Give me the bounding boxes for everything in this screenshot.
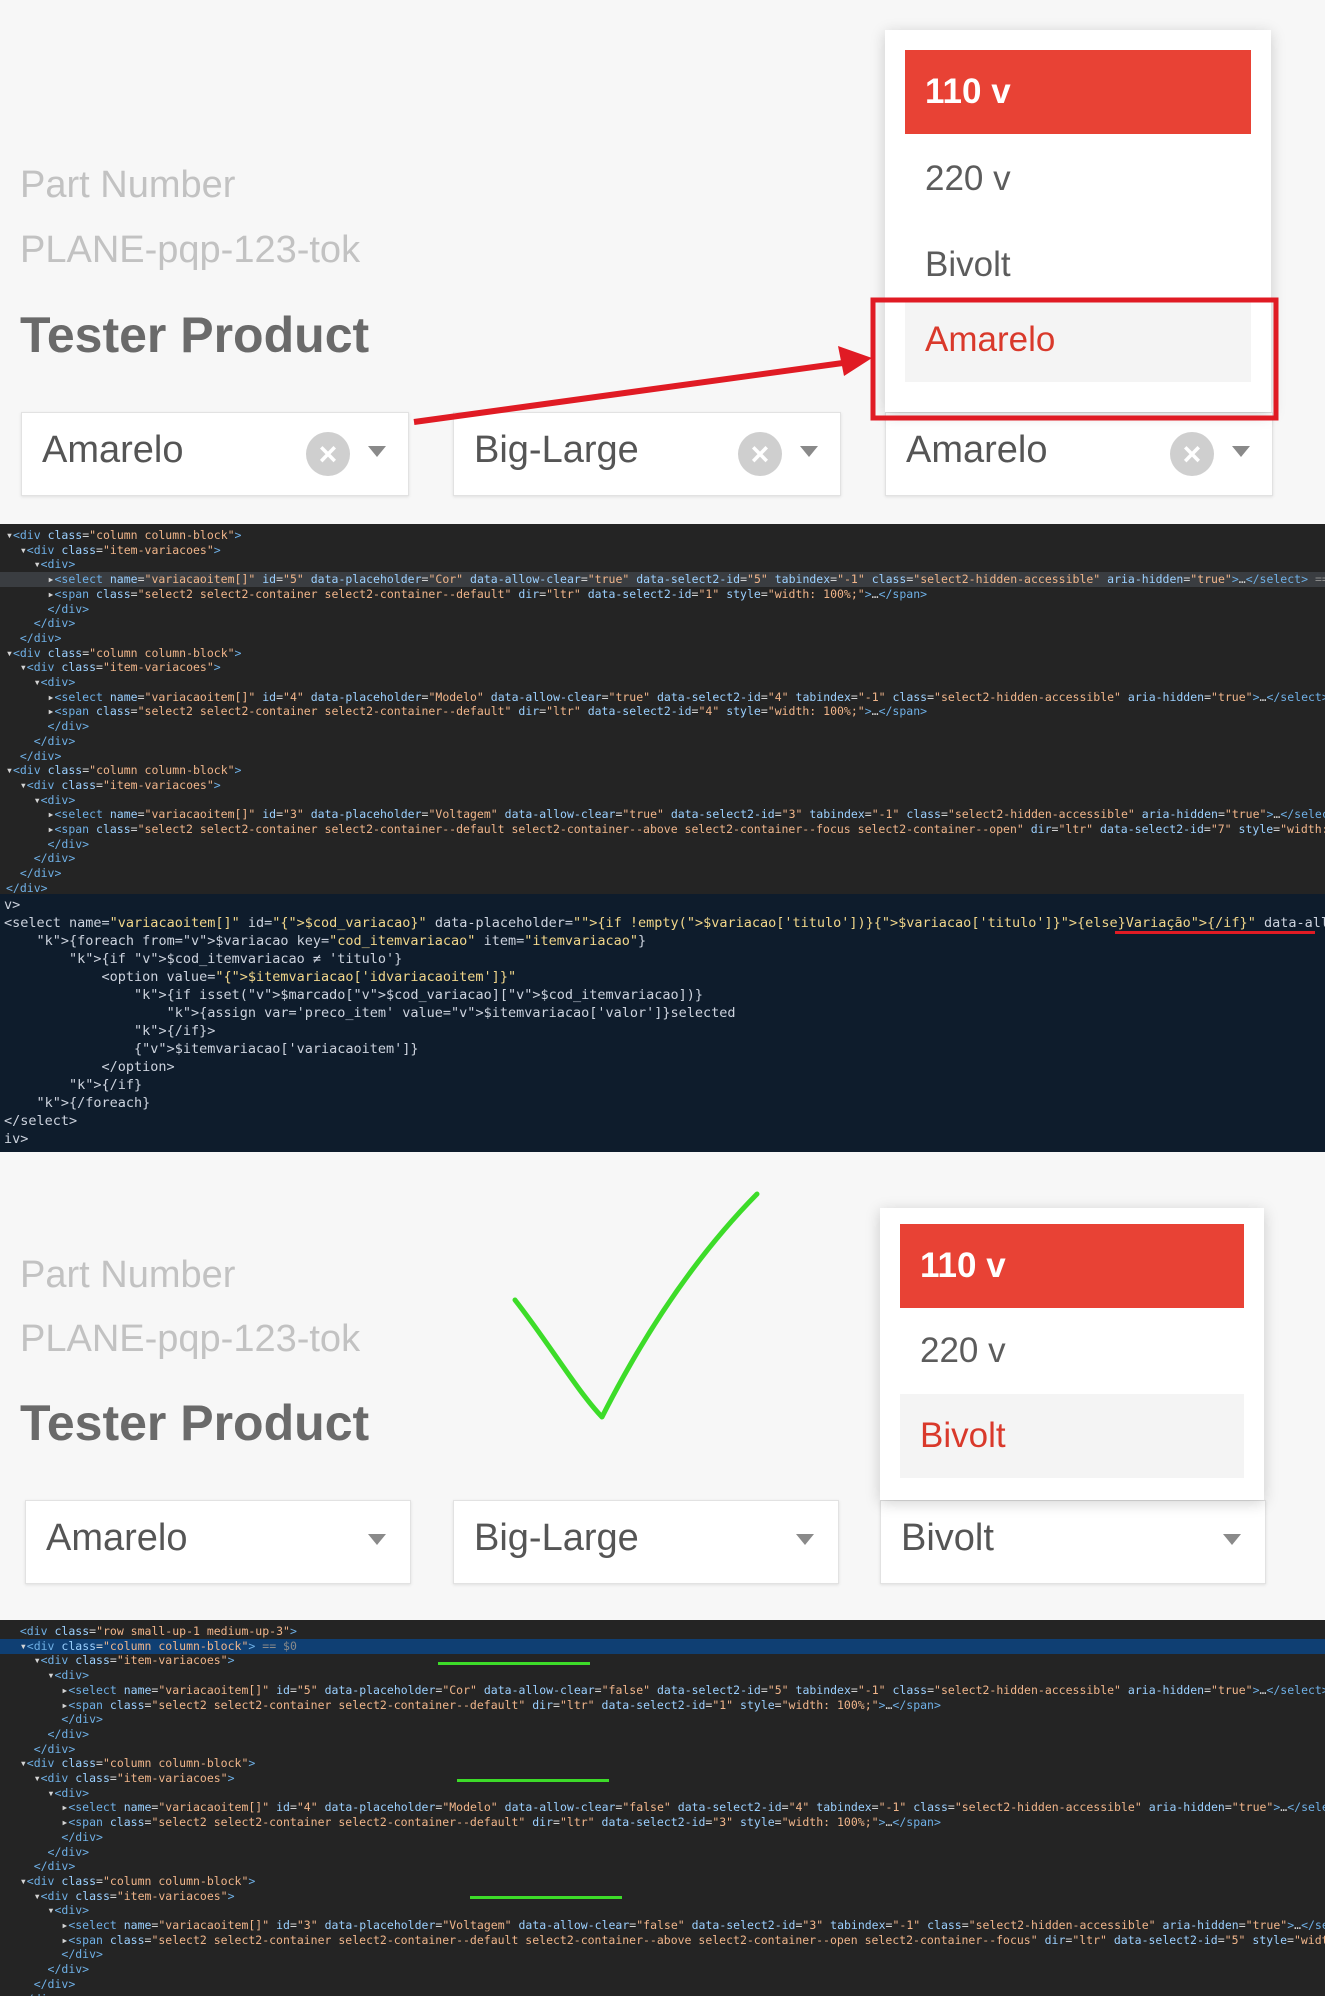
devtools-line[interactable]: ▸<span class="select2 select2-container …	[0, 822, 1325, 837]
devtools-line[interactable]: ▾<div>	[0, 675, 1325, 690]
annotation-underline	[1115, 931, 1315, 934]
devtools-line[interactable]: ▾<div class="column column-block">	[0, 528, 1325, 543]
devtools-line[interactable]: ▾<div class="item-variacoes">	[0, 660, 1325, 675]
devtools-line[interactable]: </div>	[0, 1859, 1325, 1874]
devtools-line[interactable]: ▸<select name="variacaoitem[]" id="4" da…	[0, 1800, 1325, 1815]
devtools-line[interactable]: ▾<div class="column column-block">	[0, 1756, 1325, 1771]
devtools-line[interactable]: </div>	[0, 749, 1325, 764]
code-line: "k">{/if}>	[134, 1023, 216, 1039]
devtools-line[interactable]: ▾<div class="item-variacoes">	[0, 778, 1325, 793]
devtools-line[interactable]: ▾<div class="column column-block">	[0, 1874, 1325, 1889]
devtools-line[interactable]: ▾<div class="column column-block">	[0, 646, 1325, 661]
annotation-underline	[457, 1779, 609, 1782]
devtools-line[interactable]: ▾<div class="item-variacoes">	[0, 1889, 1325, 1904]
code-line: "k">{/foreach}	[36, 1095, 151, 1111]
highlight-box	[870, 297, 1279, 421]
code-line: </select>	[4, 1113, 78, 1129]
devtools-line[interactable]: ▸<span class="select2 select2-container …	[0, 1933, 1325, 1948]
devtools-line[interactable]: </div>	[0, 837, 1325, 852]
devtools-line[interactable]: ▾<div>	[0, 557, 1325, 572]
devtools-line[interactable]: ▾<div>	[0, 1668, 1325, 1683]
devtools-line[interactable]: ▸<select name="variacaoitem[]" id="3" da…	[0, 1918, 1325, 1933]
code-line: </option>	[4, 1059, 175, 1075]
annotation-underline	[438, 1662, 590, 1665]
devtools-line[interactable]: </div>	[0, 881, 1325, 894]
devtools-after: <div class="row small-up-1 medium-up-3">…	[0, 1620, 1325, 1996]
devtools-line[interactable]: </div>	[0, 866, 1325, 881]
devtools-line[interactable]: ▾<div>	[0, 1903, 1325, 1918]
annotation-underline	[470, 1896, 622, 1899]
annotation-arrow-line	[413, 359, 851, 425]
devtools-line[interactable]: ▸<select name="variacaoitem[]" id="4" da…	[0, 690, 1325, 705]
devtools-before: ▾<div class="column column-block"> ▾<div…	[0, 524, 1325, 894]
code-line: {"v">$itemvariacao['variacaoitem']}	[4, 1041, 419, 1057]
devtools-line[interactable]: ▸<span class="select2 select2-container …	[0, 1815, 1325, 1830]
devtools-line[interactable]: </div>	[0, 1727, 1325, 1742]
after-panel: Part Number PLANE-pqp-123-tok Tester Pro…	[0, 1152, 1325, 1620]
devtools-line[interactable]: </div>	[0, 1947, 1325, 1962]
code-line: <option value="{">$itemvariacao['idvaria…	[4, 969, 517, 985]
devtools-line[interactable]: </div>	[0, 616, 1325, 631]
devtools-line[interactable]: </div>	[0, 1712, 1325, 1727]
devtools-line[interactable]: ▾<div class="item-variacoes">	[0, 543, 1325, 558]
code-line: <select name="variacaoitem[]" id="{">$co…	[4, 915, 1325, 931]
devtools-line[interactable]: ▸<span class="select2 select2-container …	[0, 1698, 1325, 1713]
devtools-line[interactable]: </div>	[0, 1977, 1325, 1992]
template-code: v> <select name="variacaoitem[]" id="{">$…	[0, 894, 1325, 1152]
devtools-line[interactable]: ▸<select name="variacaoitem[]" id="5" da…	[0, 572, 1325, 588]
devtools-line[interactable]: ▾<div class="column column-block">	[0, 763, 1325, 778]
devtools-line[interactable]: </div>	[0, 1830, 1325, 1845]
code-line: "k">{if isset("v">$marcado["v">$cod_vari…	[134, 987, 704, 1003]
devtools-line[interactable]: ▾<div>	[0, 793, 1325, 808]
before-panel: Part Number PLANE-pqp-123-tok Tester Pro…	[0, 0, 1325, 524]
devtools-line[interactable]: </div>	[0, 631, 1325, 646]
devtools-line[interactable]: ▸<span class="select2 select2-container …	[0, 587, 1325, 602]
code-line: v>	[4, 897, 21, 913]
devtools-line[interactable]: ▸<select name="variacaoitem[]" id="3" da…	[0, 807, 1325, 822]
code-line: "k">{if "v">$cod_itemvariacao ≠ 'titulo'…	[69, 951, 403, 967]
code-line: "k">{/if}	[69, 1077, 143, 1093]
devtools-line[interactable]: </div>	[0, 719, 1325, 734]
devtools-line[interactable]: </div>	[0, 1845, 1325, 1860]
devtools-line[interactable]: ▸<select name="variacaoitem[]" id="5" da…	[0, 1683, 1325, 1698]
devtools-line[interactable]: ▾<div class="item-variacoes">	[0, 1771, 1325, 1786]
devtools-line[interactable]: </div>	[0, 1962, 1325, 1977]
code-line: "k">{foreach from="v">$variacao key="cod…	[36, 933, 647, 949]
devtools-line[interactable]: ▸<span class="select2 select2-container …	[0, 704, 1325, 719]
annotation-overlay	[512, 1191, 760, 1420]
annotation-arrow-head	[838, 346, 872, 376]
devtools-line[interactable]: </div>	[0, 1992, 1325, 1996]
devtools-line[interactable]: <div class="row small-up-1 medium-up-3">	[0, 1624, 1325, 1639]
devtools-line[interactable]: ▾<div class="column column-block"> == $0	[0, 1638, 1325, 1654]
checkmark-icon	[512, 1191, 760, 1420]
code-line: "k">{assign var='preco_item' value="v">$…	[166, 1005, 736, 1021]
devtools-line[interactable]: </div>	[0, 734, 1325, 749]
devtools-line[interactable]: ▾<div class="item-variacoes">	[0, 1653, 1325, 1668]
code-line: iv>	[4, 1131, 29, 1147]
annotation-overlay	[413, 297, 1279, 425]
devtools-line[interactable]: </div>	[0, 1742, 1325, 1757]
devtools-line[interactable]: ▾<div>	[0, 1786, 1325, 1801]
devtools-line[interactable]: </div>	[0, 851, 1325, 866]
devtools-line[interactable]: </div>	[0, 602, 1325, 617]
